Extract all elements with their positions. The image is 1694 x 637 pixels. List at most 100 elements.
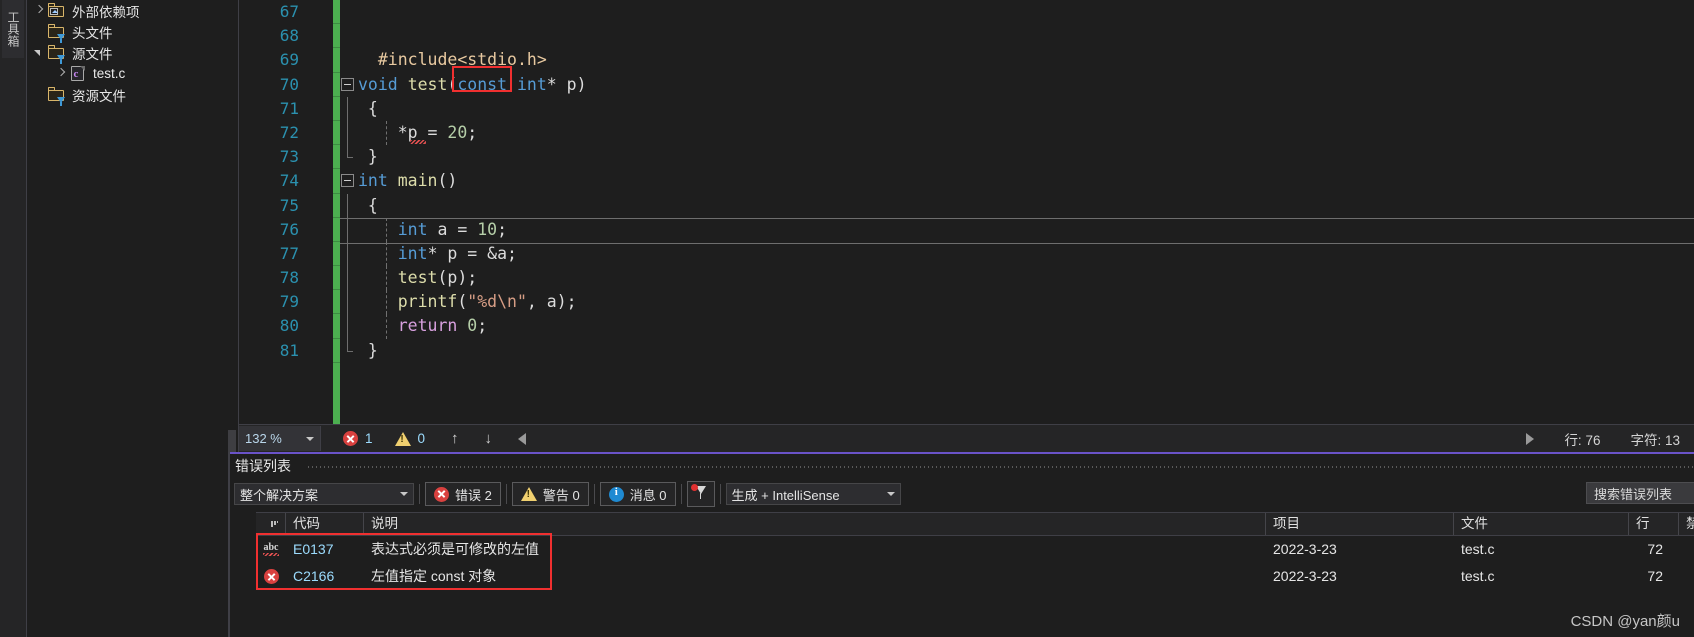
code-token: #include<stdio.h>	[377, 50, 547, 70]
zoom-level-dropdown[interactable]: 132 %	[239, 426, 321, 451]
status-warning-count[interactable]: 0	[394, 431, 426, 446]
chevron-right-icon[interactable]	[31, 3, 47, 19]
line-number: 67	[279, 2, 299, 21]
code-line[interactable]: }	[340, 145, 1694, 169]
chevron-down-icon[interactable]	[31, 45, 47, 61]
cell-line: 72	[1647, 541, 1663, 557]
messages-filter-label: 消息 0	[629, 487, 667, 503]
code-line[interactable]: }	[340, 338, 1694, 363]
code-token: *p =	[358, 122, 448, 142]
outlining-vertical-line	[347, 96, 348, 121]
prev-issue-button[interactable]: ↑	[451, 430, 459, 447]
code-line[interactable]: {	[340, 96, 1694, 121]
change-bar-segment	[333, 194, 340, 218]
code-line[interactable]: int main()	[340, 169, 1694, 193]
errors-filter-label: 错误 2	[455, 487, 492, 503]
toolbar-separator	[505, 484, 507, 504]
error-list-table: 代码说明项目文件行禁 abc E0137 表达式必须是可修改的左值 2022-3-23…	[256, 512, 1694, 590]
outlining-vertical-line	[347, 193, 348, 218]
change-bar-segment	[333, 314, 340, 339]
search-error-list-input[interactable]: 搜索错误列表	[1586, 482, 1694, 504]
code-token: a =	[427, 219, 478, 239]
code-line[interactable]: #include<stdio.h>	[340, 48, 1694, 72]
outlining-vertical-line	[347, 120, 348, 146]
change-bar-segment	[333, 121, 340, 146]
change-bar-segment	[333, 169, 340, 194]
tree-item-label: 资源文件	[72, 88, 126, 104]
status-error-count-value: 1	[365, 431, 373, 446]
tree-item-folder[interactable]: 资源文件	[27, 84, 238, 106]
change-bar-segment	[333, 97, 340, 121]
warnings-filter-toggle[interactable]: 警告 0	[511, 482, 589, 506]
scope-dropdown-value: 整个解决方案	[240, 487, 319, 503]
zoom-level-value: 132 %	[245, 431, 282, 446]
vertical-tab-toolbox[interactable]: 工具箱	[2, 0, 24, 58]
column-header-file[interactable]: 文件	[1454, 513, 1629, 535]
change-bar-segment	[333, 339, 340, 363]
code-line[interactable]: return 0;	[340, 314, 1694, 339]
watermark-text: CSDN @yan颜u	[1570, 613, 1680, 630]
error-list-row[interactable]: C2166 左值指定 const 对象 2022-3-23 test.c 72	[256, 563, 1694, 590]
code-token: 0	[467, 316, 478, 336]
next-issue-button[interactable]: ↓	[485, 430, 493, 447]
tree-item-folder[interactable]: 源文件	[27, 42, 238, 64]
code-line[interactable]: {	[340, 193, 1694, 218]
line-number: 69	[279, 50, 299, 70]
toolbar-separator	[680, 484, 682, 504]
caret-char-indicator: 字符: 13	[1630, 432, 1680, 448]
scroll-left-icon[interactable]	[518, 432, 527, 445]
column-header-code[interactable]: 代码	[286, 513, 364, 535]
tree-item-label: test.c	[93, 66, 126, 81]
outlining-end-bracket	[347, 145, 353, 159]
code-line[interactable]	[340, 0, 1694, 24]
code-line[interactable]: *p = 20;	[340, 120, 1694, 146]
tree-item-file[interactable]: c test.c	[27, 63, 238, 84]
error-x-icon	[434, 486, 449, 502]
code-editor[interactable]: 67 68 69 70 71 72 73 74 75 76 77 78 79 80 81 #include<…	[239, 0, 1694, 424]
error-list-title: 错误列表	[235, 458, 291, 474]
tree-item-folder[interactable]: 头文件	[27, 21, 238, 43]
code-line[interactable]: printf("%d\n", a);	[340, 290, 1694, 315]
messages-filter-toggle[interactable]: 消息 0	[599, 482, 676, 506]
collapse-minus-icon[interactable]	[341, 174, 354, 188]
change-bar-segment	[333, 145, 340, 170]
horizontal-scrollbar-stub[interactable]	[228, 430, 236, 452]
error-list-row[interactable]: abc E0137 表达式必须是可修改的左值 2022-3-23 test.c 72	[256, 536, 1694, 563]
code-line[interactable]: int a = 10;	[340, 217, 1694, 244]
column-header-description[interactable]: 说明	[364, 513, 1266, 535]
column-header-severity[interactable]	[256, 513, 286, 535]
status-warning-count-value: 0	[417, 431, 426, 446]
code-token: test	[407, 74, 448, 94]
outlining-vertical-line	[347, 217, 348, 242]
column-header-suppression[interactable]: 禁	[1679, 513, 1694, 535]
tree-item-label: 源文件	[72, 46, 113, 62]
panel-drag-rail	[308, 466, 1694, 468]
column-header-project[interactable]: 项目	[1266, 513, 1454, 535]
code-line[interactable]: int* p = &a;	[340, 241, 1694, 267]
code-token: ;	[497, 219, 508, 239]
tool-tab-strip: 工具箱	[0, 0, 27, 637]
errors-filter-toggle[interactable]: 错误 2	[425, 482, 501, 506]
cell-description: 表达式必须是可修改的左值	[371, 541, 539, 557]
code-line[interactable]	[340, 24, 1694, 48]
code-line[interactable]: test(p);	[340, 266, 1694, 291]
clear-filter-button[interactable]	[686, 481, 715, 507]
code-token: int	[397, 219, 428, 239]
scroll-right-icon[interactable]	[1526, 432, 1535, 445]
code-token: ;	[467, 122, 478, 142]
cell-description: 左值指定 const 对象	[371, 568, 497, 584]
column-header-line[interactable]: 行	[1629, 513, 1679, 535]
scope-dropdown[interactable]: 整个解决方案	[234, 483, 414, 505]
tree-item-folder[interactable]: 外部依赖项	[27, 0, 238, 21]
build-source-dropdown[interactable]: 生成 + IntelliSense	[725, 483, 901, 505]
code-line[interactable]: void test(const int* p)	[340, 73, 1694, 97]
collapse-minus-icon[interactable]	[341, 77, 354, 91]
code-token: int	[397, 243, 428, 263]
status-error-count[interactable]: 1	[343, 431, 373, 446]
change-bar-segment	[333, 0, 340, 25]
outlining-vertical-line	[347, 266, 348, 291]
code-text-area[interactable]: #include<stdio.h> void test(const int* p)…	[340, 0, 1694, 424]
chevron-right-icon[interactable]	[53, 66, 69, 82]
